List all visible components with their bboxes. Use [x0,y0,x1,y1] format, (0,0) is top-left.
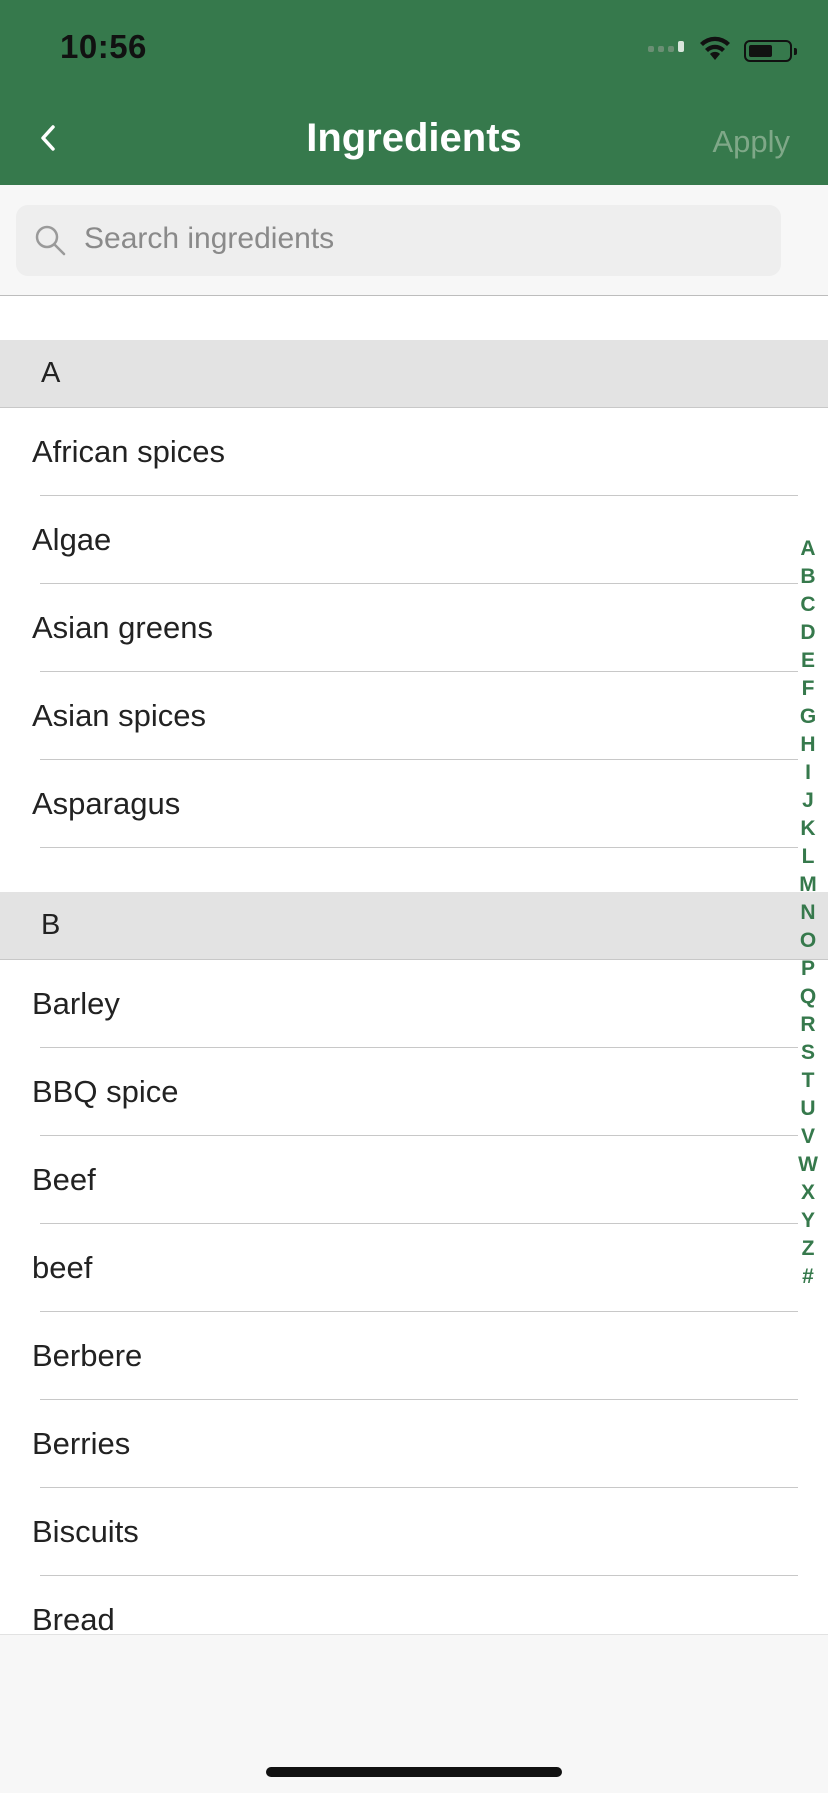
list-item[interactable]: Beef [0,1136,828,1224]
index-letter-s[interactable]: S [801,1039,815,1067]
index-letter-z[interactable]: Z [802,1235,815,1263]
list-item[interactable]: Algae [0,496,828,584]
list-item[interactable]: Biscuits [0,1488,828,1576]
search-placeholder: Search ingredients [84,222,335,255]
index-letter-x[interactable]: X [801,1179,815,1207]
list-item[interactable]: Asian spices [0,672,828,760]
apply-button[interactable]: Apply [712,124,790,160]
header: 10:56 Ingredients Apply [0,0,828,185]
index-letter-y[interactable]: Y [801,1207,815,1235]
index-letter-q[interactable]: Q [800,983,816,1011]
list-item[interactable]: Asian greens [0,584,828,672]
index-letter-b[interactable]: B [800,563,815,591]
index-letter-i[interactable]: I [805,759,811,787]
list-item[interactable]: BBQ spice [0,1048,828,1136]
wifi-icon [700,36,730,60]
index-letter-n[interactable]: N [800,899,815,927]
index-letter-u[interactable]: U [800,1095,815,1123]
section-letter: A [41,357,61,389]
index-letter-e[interactable]: E [801,647,815,675]
index-letter-a[interactable]: A [800,535,815,563]
search-icon [35,225,66,256]
index-letter-r[interactable]: R [800,1011,815,1039]
list-item[interactable]: beef [0,1224,828,1312]
status-time: 10:56 [60,28,147,65]
bottom-bar [0,1634,828,1793]
index-letter-k[interactable]: K [800,815,815,843]
index-letter-g[interactable]: G [800,703,816,731]
section-letter: B [41,909,61,941]
section-header-a: A [0,340,828,408]
list-item[interactable]: Barley [0,960,828,1048]
search-input[interactable]: Search ingredients [16,205,781,276]
home-indicator[interactable] [266,1767,562,1777]
page-title: Ingredients [306,116,522,160]
alphabet-index[interactable]: A B C D E F G H I J K L M N O P Q R S T U V W X Y Z # [796,535,820,1291]
index-letter-o[interactable]: O [800,927,816,955]
index-letter-f[interactable]: F [802,675,815,703]
index-letter-d[interactable]: D [800,619,815,647]
index-letter-h[interactable]: H [800,731,815,759]
battery-icon [744,40,797,62]
index-letter-v[interactable]: V [801,1123,815,1151]
list-item[interactable]: Asparagus [0,760,828,848]
list-item[interactable]: Berries [0,1400,828,1488]
index-letter-l[interactable]: L [802,843,815,871]
index-letter-hash[interactable]: # [802,1263,814,1291]
index-letter-t[interactable]: T [802,1067,815,1095]
index-letter-m[interactable]: M [799,871,817,899]
list-item[interactable]: Berbere [0,1312,828,1400]
section-header-b: B [0,892,828,960]
list-item[interactable]: African spices [0,408,828,496]
search-area: Search ingredients [0,185,828,296]
ingredient-list: A African spices Algae Asian greens Asia… [0,296,828,1664]
index-letter-j[interactable]: J [802,787,814,815]
index-letter-c[interactable]: C [800,591,815,619]
index-letter-w[interactable]: W [798,1151,818,1179]
index-letter-p[interactable]: P [801,955,815,983]
